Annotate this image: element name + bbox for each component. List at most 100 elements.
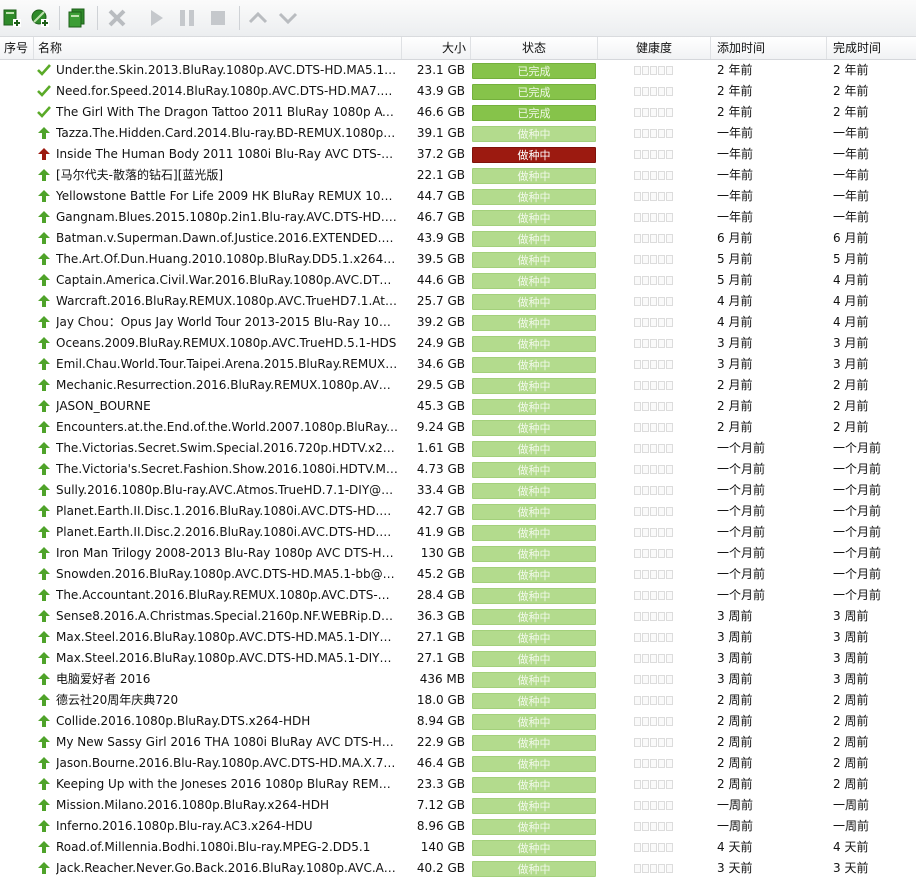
table-row[interactable]: Oceans.2009.BluRay.REMUX.1080p.AVC.TrueH… [0, 333, 916, 354]
table-row[interactable]: Encounters.at.the.End.of.the.World.2007.… [0, 417, 916, 438]
torrent-size: 27.1 GB [416, 651, 465, 665]
table-row[interactable]: 电脑爱好者 2016 436 MB 做种中 3 周前 3 周前 [0, 669, 916, 690]
torrent-name: Snowden.2016.BluRay.1080p.AVC.DTS-HD.MA5… [56, 567, 398, 581]
added-time: 一年前 [717, 189, 754, 203]
table-row[interactable]: JASON_BOURNE 45.3 GB 做种中 2 月前 2 月前 [0, 396, 916, 417]
table-row[interactable]: Tazza.The.Hidden.Card.2014.Blu-ray.BD-RE… [0, 123, 916, 144]
add-torrent-icon[interactable] [2, 8, 22, 28]
torrent-name: Yellowstone Battle For Life 2009 HK BluR… [56, 189, 398, 203]
completed-time: 3 天前 [833, 861, 869, 875]
table-row[interactable]: Sense8.2016.A.Christmas.Special.2160p.NF… [0, 606, 916, 627]
column-header-size[interactable]: 大小 [402, 37, 471, 59]
table-row[interactable]: The.Accountant.2016.BluRay.REMUX.1080p.A… [0, 585, 916, 606]
column-header-completed[interactable]: 完成时间 [827, 37, 916, 59]
table-row[interactable]: Emil.Chau.World.Tour.Taipei.Arena.2015.B… [0, 354, 916, 375]
table-row[interactable]: My New Sassy Girl 2016 THA 1080i BluRay … [0, 732, 916, 753]
torrent-name: Collide.2016.1080p.BluRay.DTS.x264-HDH [56, 714, 311, 728]
table-row[interactable]: Max.Steel.2016.BluRay.1080p.AVC.DTS-HD.M… [0, 627, 916, 648]
seeding-arrow-icon [37, 504, 51, 518]
status-badge: 做种中 [472, 756, 596, 772]
table-row[interactable]: Snowden.2016.BluRay.1080p.AVC.DTS-HD.MA5… [0, 564, 916, 585]
table-row[interactable]: The.Victorias.Secret.Swim.Special.2016.7… [0, 438, 916, 459]
column-header-status[interactable]: 状态 [471, 37, 598, 59]
pause-icon[interactable] [177, 8, 197, 28]
torrent-name: Mechanic.Resurrection.2016.BluRay.REMUX.… [56, 378, 398, 392]
table-row[interactable]: Max.Steel.2016.BluRay.1080p.AVC.DTS-HD.M… [0, 648, 916, 669]
torrent-size: 42.7 GB [416, 504, 465, 518]
health-indicator [634, 211, 674, 224]
status-badge: 做种中 [472, 462, 596, 478]
added-time: 5 月前 [717, 273, 753, 287]
table-row[interactable]: The.Art.Of.Dun.Huang.2010.1080p.BluRay.D… [0, 249, 916, 270]
torrent-size: 36.3 GB [416, 609, 465, 623]
torrent-size: 27.1 GB [416, 630, 465, 644]
table-row[interactable]: 德云社20周年庆典720 18.0 GB 做种中 2 周前 2 周前 [0, 690, 916, 711]
health-indicator [634, 127, 674, 140]
table-row[interactable]: Jason.Bourne.2016.Blu-Ray.1080p.AVC.DTS-… [0, 753, 916, 774]
status-badge: 做种中 [472, 231, 596, 247]
added-time: 一个月前 [717, 588, 766, 602]
status-badge: 已完成 [472, 63, 596, 79]
health-indicator [634, 148, 674, 161]
table-row[interactable]: The Girl With The Dragon Tattoo 2011 Blu… [0, 102, 916, 123]
health-indicator [634, 862, 674, 875]
completed-time: 一个月前 [833, 504, 882, 518]
table-row[interactable]: Gangnam.Blues.2015.1080p.2in1.Blu-ray.AV… [0, 207, 916, 228]
table-row[interactable]: Captain.America.Civil.War.2016.BluRay.10… [0, 270, 916, 291]
column-header-added[interactable]: 添加时间 [711, 37, 827, 59]
move-down-icon[interactable] [278, 8, 298, 28]
health-indicator [634, 631, 674, 644]
torrent-size: 25.7 GB [416, 294, 465, 308]
completed-time: 3 周前 [833, 609, 869, 623]
table-row[interactable]: Iron Man Trilogy 2008-2013 Blu-Ray 1080p… [0, 543, 916, 564]
table-row[interactable]: Jay Chou：Opus Jay World Tour 2013-2015 B… [0, 312, 916, 333]
table-row[interactable]: The.Victoria's.Secret.Fashion.Show.2016.… [0, 459, 916, 480]
table-row[interactable]: Planet.Earth.II.Disc.1.2016.BluRay.1080i… [0, 501, 916, 522]
health-indicator [634, 232, 674, 245]
health-indicator [634, 736, 674, 749]
table-row[interactable]: Jack.Reacher.Never.Go.Back.2016.BluRay.1… [0, 858, 916, 879]
seeding-arrow-icon [37, 168, 51, 182]
torrent-size: 44.6 GB [416, 273, 465, 287]
table-row[interactable]: Mission.Milano.2016.1080p.BluRay.x264-HD… [0, 795, 916, 816]
upload-error-arrow-icon [37, 147, 51, 161]
table-row[interactable]: [马尔代夫-散落的钻石][蓝光版] 22.1 GB 做种中 一年前 一年前 [0, 165, 916, 186]
added-time: 一周前 [717, 798, 754, 812]
move-up-icon[interactable] [248, 8, 268, 28]
added-time: 一个月前 [717, 483, 766, 497]
stop-icon[interactable] [208, 8, 228, 28]
table-row[interactable]: Keeping Up with the Joneses 2016 1080p B… [0, 774, 916, 795]
added-time: 一个月前 [717, 462, 766, 476]
table-row[interactable]: Mechanic.Resurrection.2016.BluRay.REMUX.… [0, 375, 916, 396]
new-torrent-icon[interactable] [67, 8, 87, 28]
health-indicator [634, 652, 674, 665]
table-row[interactable]: Need.for.Speed.2014.BluRay.1080p.AVC.DTS… [0, 81, 916, 102]
table-row[interactable]: Under.the.Skin.2013.BluRay.1080p.AVC.DTS… [0, 60, 916, 81]
table-row[interactable]: Batman.v.Superman.Dawn.of.Justice.2016.E… [0, 228, 916, 249]
start-icon[interactable] [147, 8, 167, 28]
status-badge: 做种中 [472, 840, 596, 856]
delete-icon[interactable] [107, 8, 127, 28]
table-row[interactable]: Yellowstone Battle For Life 2009 HK BluR… [0, 186, 916, 207]
completed-time: 2 年前 [833, 63, 869, 77]
status-badge: 已完成 [472, 84, 596, 100]
torrent-size: 45.2 GB [416, 567, 465, 581]
completed-time: 2 周前 [833, 777, 869, 791]
add-link-icon[interactable] [30, 8, 50, 28]
column-header-index[interactable]: 序号 [0, 37, 34, 59]
seeding-arrow-icon [37, 399, 51, 413]
table-row[interactable]: Inferno.2016.1080p.Blu-ray.AC3.x264-HDU 8… [0, 816, 916, 837]
table-row[interactable]: Collide.2016.1080p.BluRay.DTS.x264-HDH 8.… [0, 711, 916, 732]
table-row[interactable]: Road.of.Millennia.Bodhi.1080i.Blu-ray.MP… [0, 837, 916, 858]
torrent-size: 39.1 GB [416, 126, 465, 140]
status-badge: 做种中 [472, 126, 596, 142]
column-header-health[interactable]: 健康度 [598, 37, 711, 59]
completed-time: 3 月前 [833, 336, 869, 350]
column-header-name[interactable]: 名称 [34, 37, 402, 59]
added-time: 4 月前 [717, 294, 753, 308]
added-time: 2 周前 [717, 756, 753, 770]
table-row[interactable]: Warcraft.2016.BluRay.REMUX.1080p.AVC.Tru… [0, 291, 916, 312]
table-row[interactable]: Inside The Human Body 2011 1080i Blu-Ray… [0, 144, 916, 165]
table-row[interactable]: Sully.2016.1080p.Blu-ray.AVC.Atmos.TrueH… [0, 480, 916, 501]
table-row[interactable]: Planet.Earth.II.Disc.2.2016.BluRay.1080i… [0, 522, 916, 543]
